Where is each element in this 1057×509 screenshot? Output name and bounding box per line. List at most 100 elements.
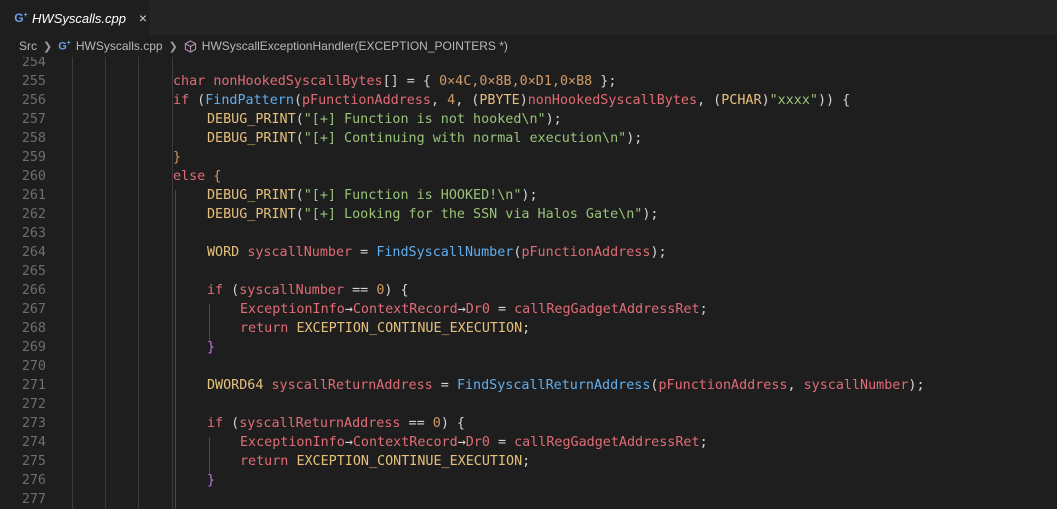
code-token: ) { bbox=[384, 283, 409, 298]
code-token: } bbox=[207, 473, 216, 488]
code-token: pFunctionAddress bbox=[521, 245, 651, 260]
line-number: 256 bbox=[21, 93, 46, 108]
code-token: "xxxx" bbox=[769, 93, 818, 108]
breadcrumb-symbol-label: HWSyscallExceptionHandler(EXCEPTION_POIN… bbox=[201, 39, 508, 53]
code-token: Dr0 bbox=[465, 302, 490, 317]
code-token: FindSyscallNumber bbox=[376, 245, 514, 260]
code-token: ( bbox=[295, 207, 304, 222]
code-token: 0×4C,0×8B,0×D1,0×B8 bbox=[439, 74, 593, 89]
code-token: nonHookedSyscallBytes bbox=[527, 93, 698, 108]
code-token: if bbox=[173, 93, 190, 108]
code-line: 254 bbox=[0, 57, 1057, 72]
code-token: → bbox=[344, 435, 353, 450]
code-token: ) bbox=[519, 93, 528, 108]
chevron-right-icon: ❯ bbox=[168, 40, 178, 53]
code-line: 267 ExceptionInfo→ContextRecord→Dr0 = cal… bbox=[0, 300, 1057, 319]
code-token: ; bbox=[522, 454, 531, 469]
line-number: 274 bbox=[21, 435, 46, 450]
code-token: pFunctionAddress bbox=[658, 378, 788, 393]
code-token: ) { bbox=[440, 416, 465, 431]
code-token: = bbox=[432, 378, 457, 393]
code-line: 263 bbox=[0, 224, 1057, 243]
code-token: return bbox=[240, 321, 289, 336]
line-number: 266 bbox=[21, 283, 46, 298]
code-token: DEBUG_PRINT bbox=[207, 112, 296, 127]
line-number: 258 bbox=[21, 131, 46, 146]
code-token: = bbox=[352, 245, 377, 260]
code-token: "[+] Looking for the SSN via Halos Gate\… bbox=[303, 207, 643, 222]
code-line: 275 return EXCEPTION_CONTINUE_EXECUTION; bbox=[0, 452, 1057, 471]
code-token: EXCEPTION_CONTINUE_EXECUTION bbox=[296, 454, 523, 469]
code-token: syscallNumber bbox=[247, 245, 353, 260]
code-line: 261 DEBUG_PRINT("[+] Function is HOOKED!\… bbox=[0, 186, 1057, 205]
cpp-file-icon: G+ bbox=[58, 39, 71, 53]
code-line: 266 if (syscallNumber == 0) { bbox=[0, 281, 1057, 300]
line-number: 257 bbox=[21, 112, 46, 127]
code-token: == bbox=[344, 283, 377, 298]
code-token: ); bbox=[642, 207, 659, 222]
code-token: } bbox=[207, 340, 216, 355]
code-line: 272 bbox=[0, 395, 1057, 414]
code-editor[interactable]: 254 255 char nonHookedSyscallBytes[] = { … bbox=[0, 57, 1057, 509]
code-token: char bbox=[173, 74, 206, 89]
code-token: if bbox=[207, 416, 224, 431]
code-token: ); bbox=[521, 188, 538, 203]
code-token: , ( bbox=[697, 93, 722, 108]
code-token: ) bbox=[761, 93, 770, 108]
code-token: EXCEPTION_CONTINUE_EXECUTION bbox=[296, 321, 523, 336]
code-line: 260 else { bbox=[0, 167, 1057, 186]
code-token: DEBUG_PRINT bbox=[207, 207, 296, 222]
code-token: syscallNumber bbox=[803, 378, 909, 393]
code-token: ); bbox=[626, 131, 643, 146]
code-token: PCHAR bbox=[721, 93, 762, 108]
code-line: 274 ExceptionInfo→ContextRecord→Dr0 = cal… bbox=[0, 433, 1057, 452]
code-line: 268 return EXCEPTION_CONTINUE_EXECUTION; bbox=[0, 319, 1057, 338]
code-token: { bbox=[205, 169, 222, 184]
code-token: = bbox=[489, 302, 515, 317]
line-number: 264 bbox=[21, 245, 46, 260]
code-token: ExceptionInfo bbox=[240, 302, 345, 317]
code-token: , bbox=[431, 93, 448, 108]
code-token: = bbox=[489, 435, 515, 450]
breadcrumb-file-label: HWSyscalls.cpp bbox=[75, 39, 163, 53]
code-token: ( bbox=[295, 131, 304, 146]
code-token: ; bbox=[699, 435, 708, 450]
line-number: 267 bbox=[21, 302, 46, 317]
code-line: 277 bbox=[0, 490, 1057, 509]
code-token: )) { bbox=[818, 93, 851, 108]
cpp-file-icon: G+ bbox=[14, 10, 28, 25]
code-token: } bbox=[173, 150, 182, 165]
breadcrumb-file[interactable]: G+ HWSyscalls.cpp bbox=[58, 39, 162, 53]
code-token: Dr0 bbox=[465, 435, 490, 450]
line-number: 268 bbox=[21, 321, 46, 336]
code-token: ; bbox=[522, 321, 531, 336]
code-token: DEBUG_PRINT bbox=[207, 131, 296, 146]
breadcrumb: Src ❯ G+ HWSyscalls.cpp ❯ HWSyscallExcep… bbox=[0, 35, 1057, 57]
tab-label: HWSyscalls.cpp bbox=[32, 10, 126, 26]
code-line: 276} bbox=[0, 471, 1057, 490]
code-token: ( bbox=[223, 416, 240, 431]
breadcrumb-folder[interactable]: Src bbox=[19, 39, 37, 53]
code-token: ( bbox=[189, 93, 206, 108]
tab-hwsyscalls-cpp[interactable]: G+ HWSyscalls.cpp × bbox=[0, 0, 150, 35]
code-line: 256 if (FindPattern(pFunctionAddress, 4, … bbox=[0, 91, 1057, 110]
code-token: "[+] Function is HOOKED!\n" bbox=[303, 188, 522, 203]
code-line: 262 DEBUG_PRINT("[+] Looking for the SSN … bbox=[0, 205, 1057, 224]
line-number: 275 bbox=[21, 454, 46, 469]
line-number: 276 bbox=[21, 473, 46, 488]
code-token: }; bbox=[592, 74, 617, 89]
method-cube-icon bbox=[184, 39, 197, 53]
code-token: FindSyscallReturnAddress bbox=[456, 378, 651, 393]
code-line: 259} bbox=[0, 148, 1057, 167]
close-icon[interactable]: × bbox=[136, 10, 150, 26]
code-token: → bbox=[344, 302, 353, 317]
code-token: ); bbox=[545, 112, 562, 127]
code-token: syscallReturnAddress bbox=[239, 416, 401, 431]
line-number: 254 bbox=[21, 57, 46, 70]
line-number: 260 bbox=[21, 169, 46, 184]
code-token: , bbox=[787, 378, 804, 393]
breadcrumb-symbol[interactable]: HWSyscallExceptionHandler(EXCEPTION_POIN… bbox=[184, 39, 508, 53]
code-token: callRegGadgetAddressRet bbox=[514, 302, 700, 317]
code-token: callRegGadgetAddressRet bbox=[514, 435, 700, 450]
code-token: WORD bbox=[207, 245, 240, 260]
